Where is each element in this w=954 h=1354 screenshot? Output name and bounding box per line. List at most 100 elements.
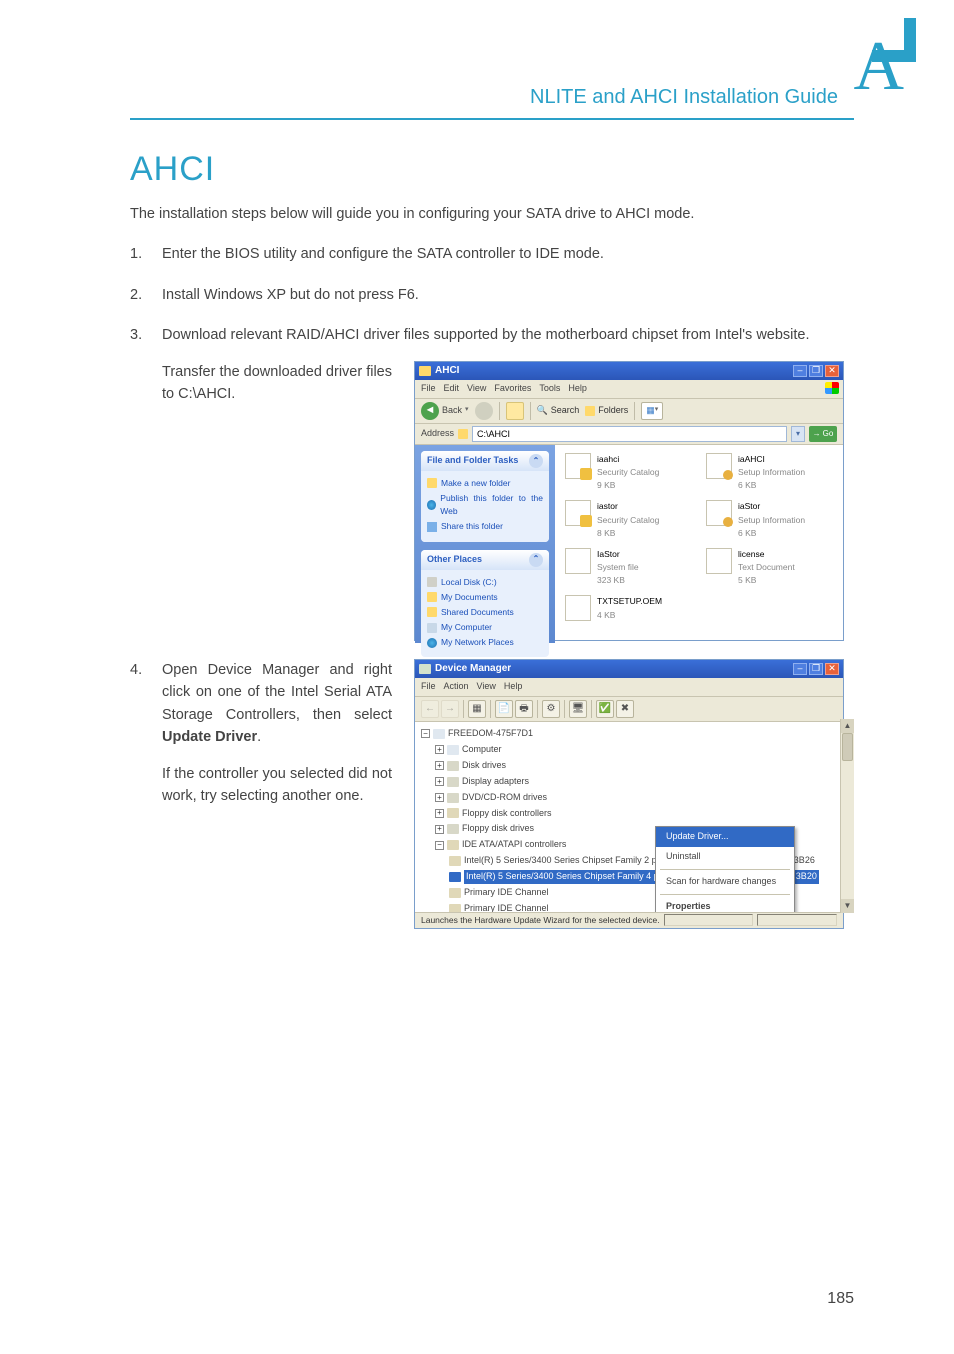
- context-update-driver[interactable]: Update Driver...: [656, 827, 794, 847]
- close-button[interactable]: ✕: [825, 663, 839, 675]
- other-places-title: Other Places: [427, 553, 482, 567]
- minimize-button[interactable]: –: [793, 663, 807, 675]
- go-button[interactable]: → Go: [809, 426, 837, 442]
- view-button[interactable]: ▦: [468, 700, 486, 718]
- explorer-title: AHCI: [419, 363, 459, 379]
- place-shared[interactable]: Shared Documents: [427, 606, 543, 619]
- computer-icon: [433, 729, 445, 739]
- forward-button[interactable]: [475, 402, 493, 420]
- collapse-icon[interactable]: −: [435, 841, 444, 850]
- menu-view[interactable]: View: [477, 680, 496, 694]
- file-item[interactable]: TXTSETUP.OEM4 KB: [565, 595, 692, 621]
- address-input[interactable]: [472, 426, 787, 442]
- tree-node[interactable]: +DVD/CD-ROM drives: [435, 790, 837, 806]
- scroll-down-icon[interactable]: ▼: [841, 899, 854, 913]
- nav-fwd-button: →: [441, 700, 459, 718]
- maximize-button[interactable]: ❐: [809, 663, 823, 675]
- place-mydocs[interactable]: My Documents: [427, 591, 543, 604]
- menu-action[interactable]: Action: [444, 680, 469, 694]
- step-3: Download relevant RAID/AHCI driver files…: [130, 324, 854, 640]
- menu-tools[interactable]: Tools: [539, 382, 560, 396]
- enable-button[interactable]: ✅: [596, 700, 614, 718]
- expand-icon[interactable]: +: [435, 761, 444, 770]
- tree-node[interactable]: +Floppy disk controllers: [435, 806, 837, 822]
- status-text: Launches the Hardware Update Wizard for …: [421, 914, 660, 927]
- menu-edit[interactable]: Edit: [444, 382, 460, 396]
- menu-view[interactable]: View: [467, 382, 486, 396]
- task-new-folder[interactable]: Make a new folder: [427, 477, 543, 490]
- step-3-row: Transfer the downloaded driver files to …: [162, 361, 854, 641]
- expand-icon[interactable]: +: [435, 825, 444, 834]
- expand-icon[interactable]: +: [435, 745, 444, 754]
- scan-button[interactable]: 🖥: [569, 700, 587, 718]
- maximize-button[interactable]: ❐: [809, 365, 823, 377]
- tree-node[interactable]: +Computer: [435, 742, 837, 758]
- context-properties[interactable]: Properties: [656, 897, 794, 912]
- up-button[interactable]: [506, 402, 524, 420]
- place-localdisk[interactable]: Local Disk (C:): [427, 576, 543, 589]
- context-menu[interactable]: Update Driver... Uninstall Scan for hard…: [655, 826, 795, 912]
- close-button[interactable]: ✕: [825, 365, 839, 377]
- update-driver-bold: Update Driver: [162, 729, 257, 745]
- address-dropdown[interactable]: ▾: [791, 426, 805, 442]
- menu-help[interactable]: Help: [568, 382, 587, 396]
- file-folder-tasks-title: File and Folder Tasks: [427, 454, 518, 468]
- explorer-titlebar[interactable]: AHCI – ❐ ✕: [415, 362, 843, 380]
- explorer-files-pane[interactable]: iaahciSecurity Catalog9 KB iaAHCISetup I…: [555, 445, 843, 643]
- toolbar-sep-2: [530, 402, 531, 420]
- search-button[interactable]: 🔍Search: [537, 404, 580, 418]
- properties-button[interactable]: 📄: [495, 700, 513, 718]
- toolbar-sep: [591, 700, 592, 718]
- collapse-icon[interactable]: −: [421, 729, 430, 738]
- task-publish[interactable]: Publish this folder to the Web: [427, 492, 543, 518]
- context-scan[interactable]: Scan for hardware changes: [656, 872, 794, 892]
- toolbar-sep: [490, 700, 491, 718]
- file-folder-tasks-header[interactable]: File and Folder Tasks⌃: [421, 451, 549, 471]
- back-button[interactable]: ◄Back▾: [421, 402, 469, 420]
- file-item[interactable]: iaStorSetup Information6 KB: [706, 500, 833, 540]
- devmgr-titlebar[interactable]: Device Manager – ❐ ✕: [415, 660, 843, 678]
- scroll-up-icon[interactable]: ▲: [841, 719, 854, 733]
- minimize-button[interactable]: –: [793, 365, 807, 377]
- menu-favorites[interactable]: Favorites: [494, 382, 531, 396]
- other-places-header[interactable]: Other Places⌃: [421, 550, 549, 570]
- file-item[interactable]: iaAHCISetup Information6 KB: [706, 453, 833, 493]
- file-item[interactable]: licenseText Document5 KB: [706, 548, 833, 588]
- expand-icon[interactable]: +: [435, 809, 444, 818]
- scrollbar[interactable]: ▲ ▼: [840, 719, 854, 913]
- uninstall-button[interactable]: ✖: [616, 700, 634, 718]
- file-item[interactable]: iaahciSecurity Catalog9 KB: [565, 453, 692, 493]
- folders-button[interactable]: Folders: [585, 404, 628, 418]
- views-button[interactable]: ▦▾: [641, 402, 663, 420]
- search-label: Search: [551, 404, 580, 418]
- dvd-icon: [447, 793, 459, 803]
- menu-file[interactable]: File: [421, 382, 436, 396]
- computer-icon: [447, 745, 459, 755]
- tree-root[interactable]: −FREEDOM-475F7D1: [421, 726, 837, 742]
- file-item[interactable]: iastorSecurity Catalog8 KB: [565, 500, 692, 540]
- windows-flag-icon: [825, 382, 839, 394]
- print-button[interactable]: 🖶: [515, 700, 533, 718]
- update-driver-button[interactable]: ⚙: [542, 700, 560, 718]
- step-4-lead: Open Device Manager and right click on o…: [162, 662, 392, 723]
- device-tree[interactable]: −FREEDOM-475F7D1 +Computer +Disk drives …: [415, 722, 843, 912]
- toolbar-sep: [564, 700, 565, 718]
- expand-icon[interactable]: +: [435, 777, 444, 786]
- catalog-icon: [565, 453, 591, 479]
- inf-icon: [706, 453, 732, 479]
- channel-icon: [449, 904, 461, 912]
- menu-help[interactable]: Help: [504, 680, 523, 694]
- tree-node[interactable]: +Disk drives: [435, 758, 837, 774]
- expand-icon[interactable]: +: [435, 793, 444, 802]
- nav-back-button: ←: [421, 700, 439, 718]
- scroll-thumb[interactable]: [842, 733, 853, 761]
- file-item[interactable]: IaStorSystem file323 KB: [565, 548, 692, 588]
- tree-node[interactable]: +Display adapters: [435, 774, 837, 790]
- place-network[interactable]: My Network Places: [427, 636, 543, 649]
- task-share[interactable]: Share this folder: [427, 520, 543, 533]
- menu-file[interactable]: File: [421, 680, 436, 694]
- place-mycomp[interactable]: My Computer: [427, 621, 543, 634]
- context-uninstall[interactable]: Uninstall: [656, 847, 794, 867]
- other-places: Other Places⌃ Local Disk (C:) My Documen…: [421, 550, 549, 658]
- controller-icon: [449, 856, 461, 866]
